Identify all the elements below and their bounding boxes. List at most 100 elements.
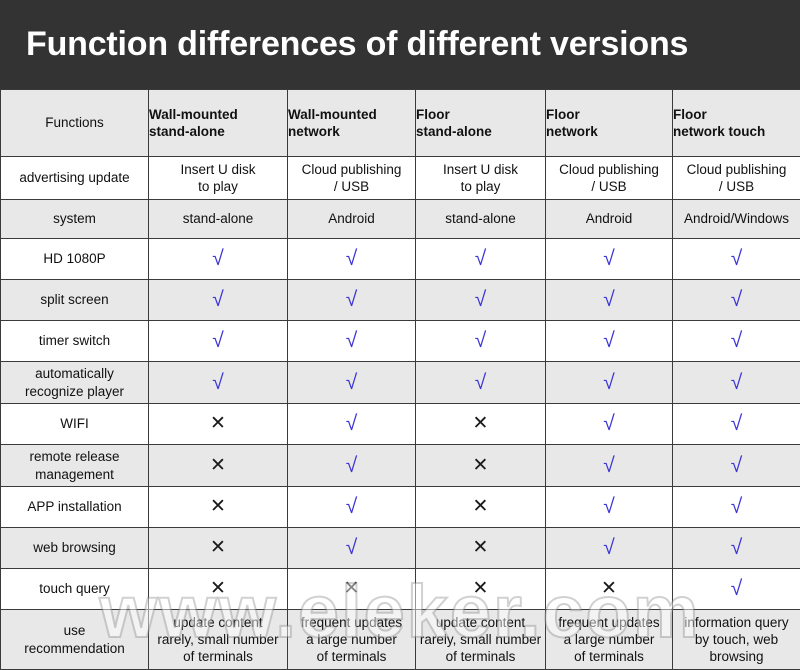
header-column-4: Floornetwork (546, 90, 673, 157)
table-body: advertising updateInsert U diskto playCl… (1, 157, 800, 670)
row-label: automaticallyrecognize player (1, 362, 149, 404)
cell-cross-icon: ✕ (149, 404, 288, 445)
cross-icon: ✕ (344, 579, 360, 598)
row-label: remote releasemanagement (1, 445, 149, 487)
row-label-line: recognize player (1, 383, 148, 400)
cell-text: frequent updatesa large numberof termina… (546, 610, 673, 670)
row-label: userecommendation (1, 610, 149, 670)
cell-text-line: Insert U disk (149, 161, 287, 178)
cell-check-icon: √ (673, 528, 800, 569)
cell-text-line: stand-alone (416, 210, 545, 227)
cell-text: stand-alone (416, 200, 546, 239)
row-label-line: APP installation (1, 498, 148, 515)
row-label-line: touch query (1, 580, 148, 597)
cell-text: Android/Windows (673, 200, 800, 239)
cell-text-line: of terminals (416, 648, 545, 665)
row-label-line: split screen (1, 291, 148, 308)
cell-check-icon: √ (546, 239, 673, 280)
check-icon: √ (603, 372, 615, 393)
cell-text-line: Android (288, 210, 415, 227)
check-icon: √ (475, 372, 487, 393)
check-icon: √ (731, 248, 743, 269)
cell-text-line: frequent updates (546, 614, 672, 631)
table-row: touch query✕✕✕✕√ (1, 569, 800, 610)
table-row: timer switch√√√√√ (1, 321, 800, 362)
cell-text-line: Insert U disk (416, 161, 545, 178)
row-label-line: HD 1080P (1, 250, 148, 267)
cell-check-icon: √ (149, 321, 288, 362)
cell-text: information queryby touch, webbrowsing (673, 610, 800, 670)
cell-cross-icon: ✕ (416, 404, 546, 445)
cross-icon: ✕ (473, 538, 489, 557)
cell-text-line: Android/Windows (673, 210, 800, 227)
check-icon: √ (346, 455, 358, 476)
check-icon: √ (212, 289, 224, 310)
cell-check-icon: √ (673, 239, 800, 280)
cross-icon: ✕ (210, 497, 226, 516)
row-label: HD 1080P (1, 239, 149, 280)
cell-text-line: stand-alone (149, 210, 287, 227)
cell-text-line: update content (149, 614, 287, 631)
feature-comparison-table: FunctionsWall-mountedstand-aloneWall-mou… (0, 89, 800, 670)
check-icon: √ (603, 330, 615, 351)
check-icon: √ (212, 372, 224, 393)
cell-check-icon: √ (546, 321, 673, 362)
cell-check-icon: √ (416, 280, 546, 321)
header-line: network touch (673, 123, 800, 140)
check-icon: √ (346, 372, 358, 393)
table-row: remote releasemanagement✕√✕√√ (1, 445, 800, 487)
cell-check-icon: √ (673, 362, 800, 404)
row-label: timer switch (1, 321, 149, 362)
cell-cross-icon: ✕ (149, 445, 288, 487)
cell-check-icon: √ (149, 239, 288, 280)
cell-check-icon: √ (288, 445, 416, 487)
check-icon: √ (346, 496, 358, 517)
row-label-line: recommendation (1, 640, 148, 657)
header-line: Floor (416, 106, 545, 123)
header-line: Wall-mounted (149, 106, 287, 123)
cell-check-icon: √ (546, 487, 673, 528)
cell-check-icon: √ (288, 321, 416, 362)
check-icon: √ (731, 578, 743, 599)
check-icon: √ (731, 372, 743, 393)
cell-cross-icon: ✕ (149, 487, 288, 528)
check-icon: √ (731, 413, 743, 434)
row-label: system (1, 200, 149, 239)
cell-text: update contentrarely, small numberof ter… (416, 610, 546, 670)
header-column-3: Floorstand-alone (416, 90, 546, 157)
check-icon: √ (731, 455, 743, 476)
row-label-line: management (1, 466, 148, 483)
table-row: advertising updateInsert U diskto playCl… (1, 157, 800, 200)
row-label: web browsing (1, 528, 149, 569)
cell-text-line: Android (546, 210, 672, 227)
title-bar: Function differences of different versio… (0, 0, 800, 89)
cell-check-icon: √ (673, 487, 800, 528)
cell-check-icon: √ (673, 321, 800, 362)
check-icon: √ (731, 289, 743, 310)
cell-text-line: by touch, web (673, 631, 800, 648)
table-row: web browsing✕√✕√√ (1, 528, 800, 569)
cell-check-icon: √ (546, 280, 673, 321)
check-icon: √ (603, 537, 615, 558)
header-line: Floor (546, 106, 672, 123)
check-icon: √ (212, 248, 224, 269)
row-label-line: use (1, 622, 148, 639)
cell-check-icon: √ (288, 528, 416, 569)
cell-text: frequent updatesa large numberof termina… (288, 610, 416, 670)
row-label: split screen (1, 280, 149, 321)
cell-text-line: rarely, small number (149, 631, 287, 648)
cell-text-line: a large number (546, 631, 672, 648)
check-icon: √ (603, 496, 615, 517)
row-label: advertising update (1, 157, 149, 200)
header-line: network (546, 123, 672, 140)
cross-icon: ✕ (473, 579, 489, 598)
row-label-line: timer switch (1, 332, 148, 349)
check-icon: √ (346, 537, 358, 558)
cell-cross-icon: ✕ (416, 487, 546, 528)
cell-text-line: rarely, small number (416, 631, 545, 648)
header-line: stand-alone (416, 123, 545, 140)
cell-check-icon: √ (673, 280, 800, 321)
header-line: Functions (1, 114, 148, 131)
check-icon: √ (603, 289, 615, 310)
table-row: HD 1080P√√√√√ (1, 239, 800, 280)
